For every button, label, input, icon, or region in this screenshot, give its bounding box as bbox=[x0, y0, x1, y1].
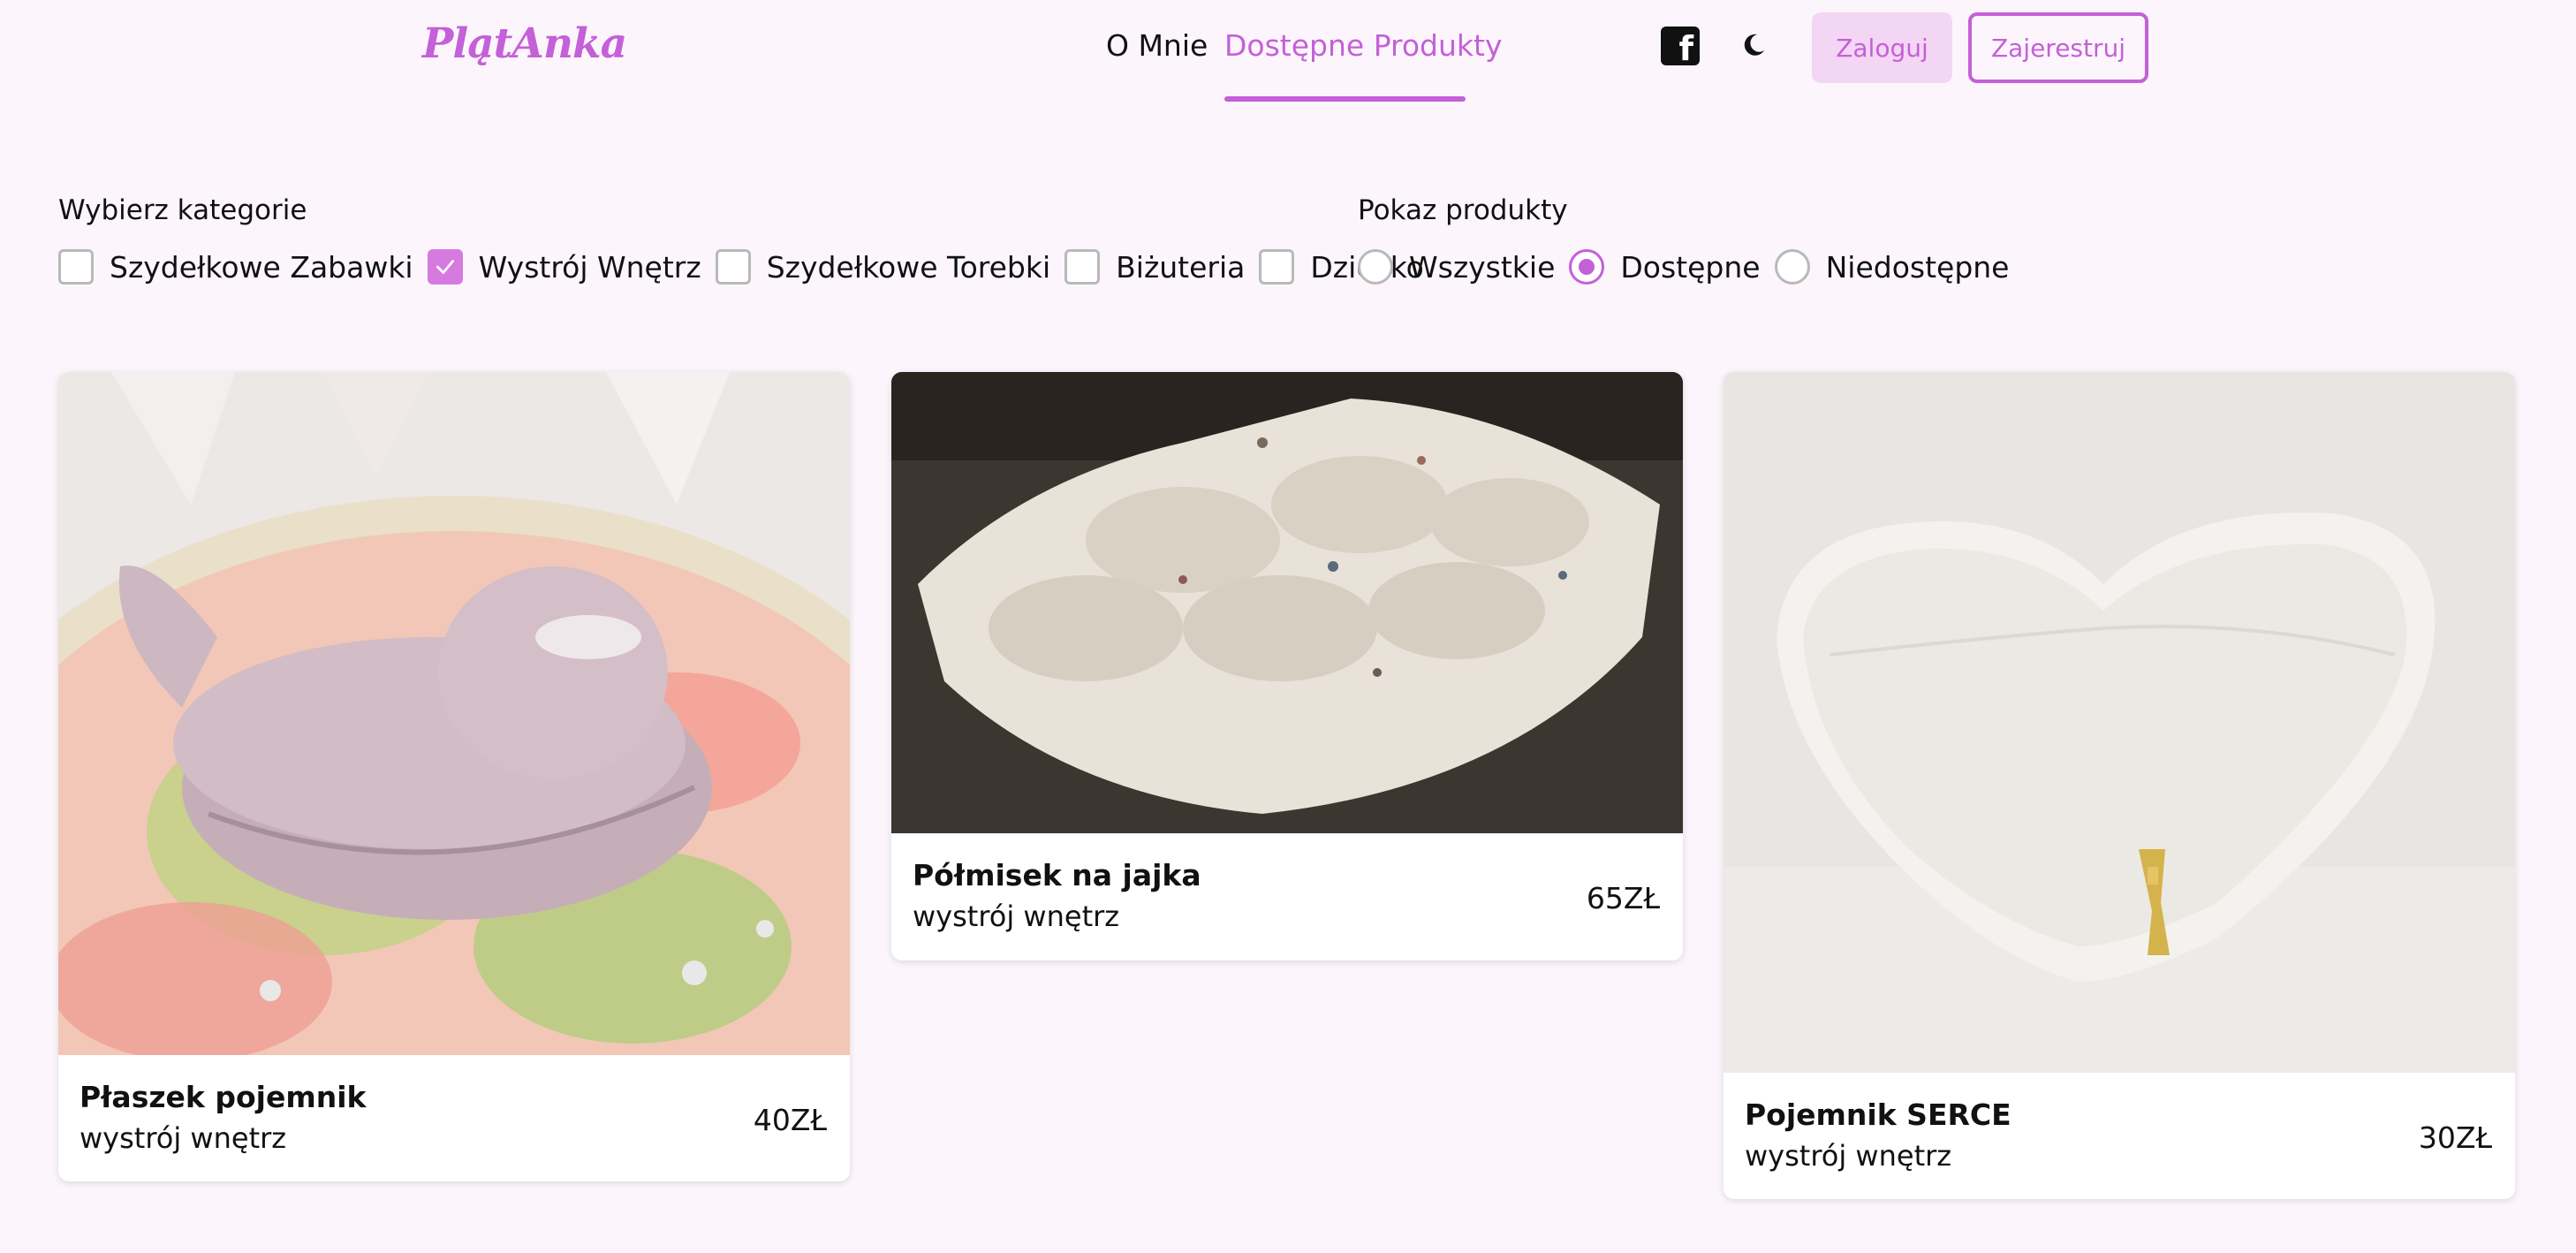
category-heading: Wybierz kategorie bbox=[58, 194, 307, 226]
product-price: 65ZŁ bbox=[1586, 881, 1660, 915]
product-image[interactable] bbox=[891, 372, 1683, 833]
availability-label: Wszystkie bbox=[1409, 249, 1556, 285]
nav-about-link[interactable]: O Mnie bbox=[1106, 28, 1208, 63]
category-filter-group: Szydełkowe Zabawki Wystrój Wnętrz Szydeł… bbox=[58, 247, 1438, 286]
radio[interactable] bbox=[1358, 249, 1393, 285]
checkbox[interactable] bbox=[715, 249, 751, 285]
nav-products-link[interactable]: Dostępne Produkty bbox=[1224, 28, 1502, 63]
login-button[interactable]: Zaloguj bbox=[1812, 12, 1952, 83]
category-option-bizuteria[interactable]: Biżuteria bbox=[1064, 249, 1245, 285]
availability-option-all[interactable]: Wszystkie bbox=[1358, 249, 1555, 285]
category-label: Biżuteria bbox=[1116, 249, 1246, 285]
product-price: 30ZŁ bbox=[2418, 1120, 2492, 1155]
product-info: Pojemnik SERCE wystrój wnętrz 30ZŁ bbox=[1724, 1073, 2515, 1199]
product-price: 40ZŁ bbox=[753, 1103, 827, 1137]
logo[interactable]: PlątAnka bbox=[422, 19, 627, 68]
product-title: Płaszek pojemnik bbox=[80, 1080, 367, 1114]
product-card[interactable]: Półmisek na jajka wystrój wnętrz 65ZŁ bbox=[891, 372, 1683, 961]
radio-dot bbox=[1579, 259, 1595, 275]
radio[interactable] bbox=[1774, 249, 1810, 285]
active-nav-indicator bbox=[1224, 96, 1466, 102]
facebook-icon[interactable]: f bbox=[1661, 27, 1700, 65]
checkbox[interactable] bbox=[1064, 249, 1101, 285]
radio-selected[interactable] bbox=[1569, 249, 1605, 285]
product-info: Półmisek na jajka wystrój wnętrz 65ZŁ bbox=[891, 833, 1683, 960]
category-label: Szydełkowe Torebki bbox=[766, 249, 1051, 285]
product-category: wystrój wnętrz bbox=[913, 900, 1120, 933]
availability-label: Niedostępne bbox=[1825, 249, 2010, 285]
product-card[interactable]: Pojemnik SERCE wystrój wnętrz 30ZŁ bbox=[1724, 372, 2515, 1199]
register-button[interactable]: Zajerestruj bbox=[1968, 12, 2148, 83]
product-title: Półmisek na jajka bbox=[913, 858, 1201, 892]
availability-option-available[interactable]: Dostępne bbox=[1569, 249, 1761, 285]
checkbox[interactable] bbox=[1259, 249, 1295, 285]
availability-filter-group: Wszystkie Dostępne Niedostępne bbox=[1358, 247, 2024, 286]
product-title: Pojemnik SERCE bbox=[1745, 1097, 2012, 1132]
product-info: Płaszek pojemnik wystrój wnętrz 40ZŁ bbox=[58, 1055, 850, 1181]
checkbox[interactable] bbox=[58, 249, 94, 285]
category-label: Wystrój Wnętrz bbox=[478, 249, 701, 285]
product-category: wystrój wnętrz bbox=[1745, 1139, 1952, 1173]
product-category: wystrój wnętrz bbox=[80, 1121, 287, 1155]
category-option-szydelkowe-zabawki[interactable]: Szydełkowe Zabawki bbox=[58, 249, 413, 285]
moon-icon[interactable] bbox=[1740, 32, 1767, 58]
category-label: Szydełkowe Zabawki bbox=[110, 249, 413, 285]
product-image[interactable] bbox=[58, 372, 850, 1055]
availability-heading: Pokaz produkty bbox=[1358, 194, 1568, 226]
availability-label: Dostępne bbox=[1620, 249, 1761, 285]
product-card[interactable]: Płaszek pojemnik wystrój wnętrz 40ZŁ bbox=[58, 372, 850, 1181]
product-image[interactable] bbox=[1724, 372, 2515, 1073]
category-option-wystroj-wnetrz[interactable]: Wystrój Wnętrz bbox=[427, 249, 701, 285]
availability-option-unavailable[interactable]: Niedostępne bbox=[1774, 249, 2010, 285]
check-icon bbox=[436, 260, 454, 274]
category-option-szydelkowe-torebki[interactable]: Szydełkowe Torebki bbox=[715, 249, 1051, 285]
checkbox-checked[interactable] bbox=[427, 249, 463, 285]
